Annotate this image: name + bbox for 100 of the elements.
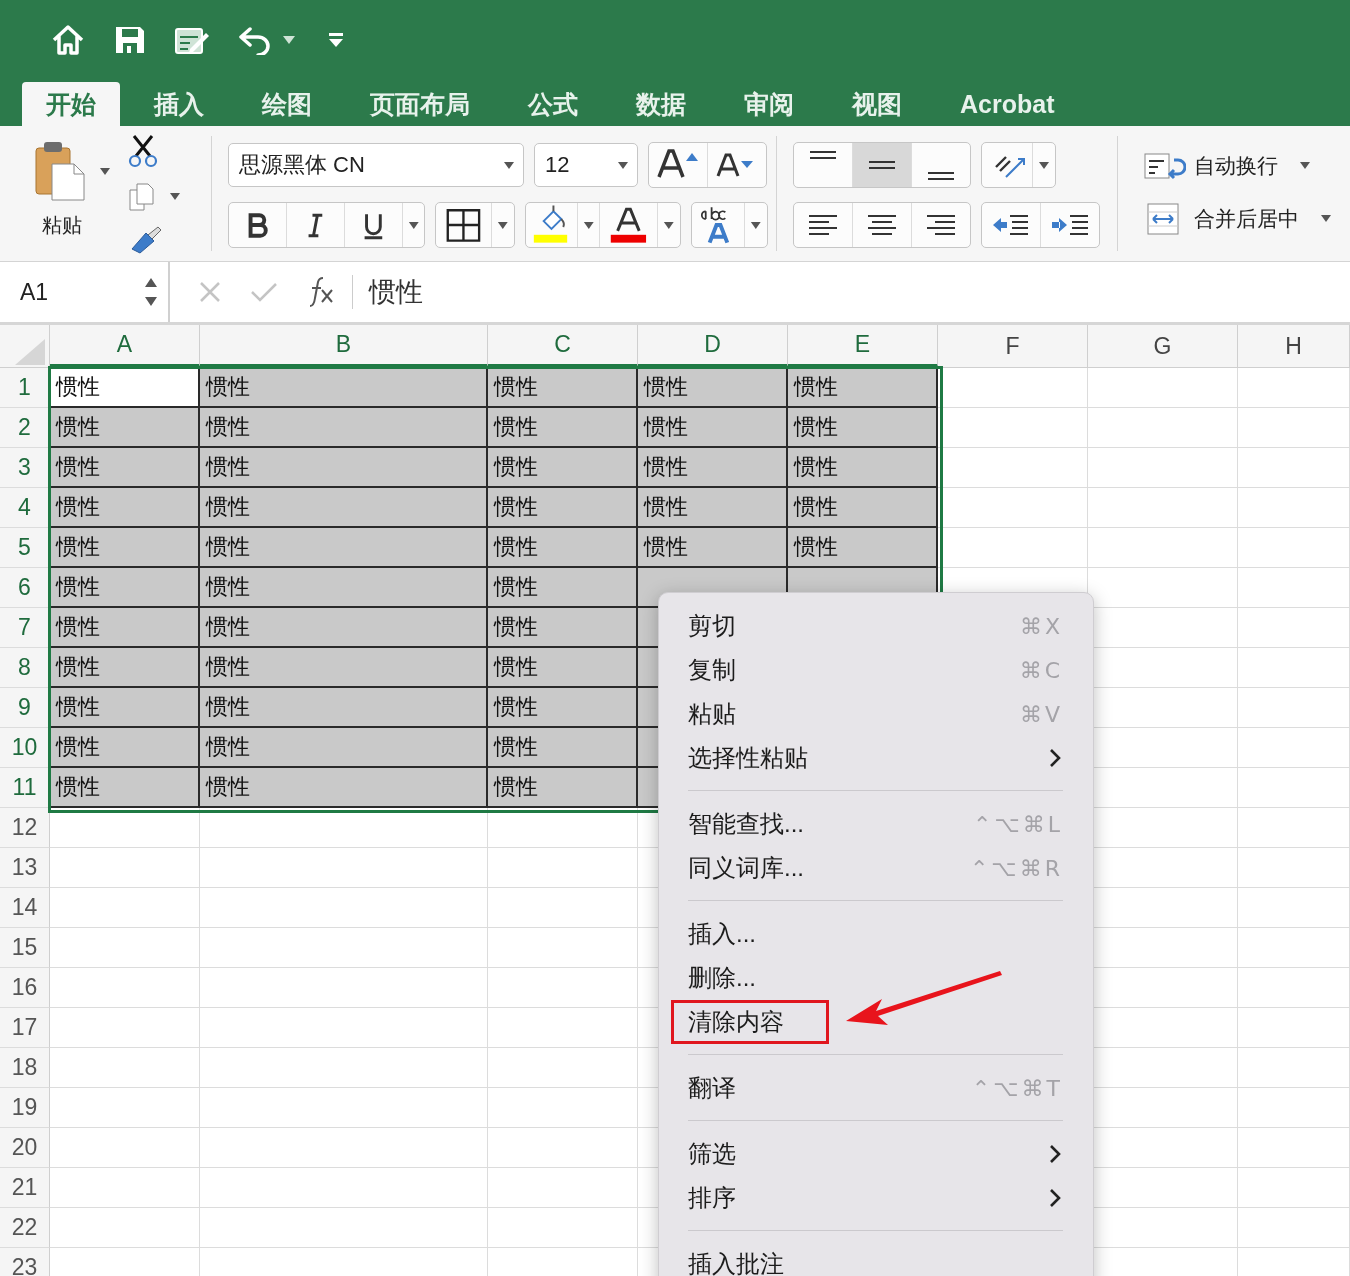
table-cell[interactable]: 惯性	[788, 408, 938, 448]
row-header[interactable]: 18	[0, 1048, 50, 1088]
ribbon-tab[interactable]: 开始	[22, 82, 120, 126]
ribbon-tab[interactable]: 公式	[504, 82, 602, 126]
row-header[interactable]: 5	[0, 528, 50, 568]
table-cell[interactable]: 惯性	[200, 368, 488, 408]
column-header[interactable]: H	[1238, 325, 1350, 367]
ribbon-tab[interactable]: 页面布局	[346, 82, 494, 126]
table-cell[interactable]: 惯性	[488, 688, 638, 728]
save-icon[interactable]	[114, 25, 146, 55]
table-cell[interactable]: 惯性	[638, 448, 788, 488]
undo-icon[interactable]	[238, 25, 272, 55]
table-cell[interactable]: 惯性	[638, 528, 788, 568]
row-header[interactable]: 1	[0, 368, 50, 408]
caret-icon[interactable]	[283, 36, 295, 44]
menu-item[interactable]: 翻译 ⌃⌥⌘T	[671, 1066, 1063, 1110]
table-cell[interactable]: 惯性	[638, 368, 788, 408]
table-cell[interactable]: 惯性	[488, 568, 638, 608]
table-cell[interactable]: 惯性	[638, 488, 788, 528]
column-header[interactable]: G	[1088, 325, 1238, 367]
row-header[interactable]: 9	[0, 688, 50, 728]
row-header[interactable]: 7	[0, 608, 50, 648]
row-header[interactable]: 8	[0, 648, 50, 688]
formula-field[interactable]: 惯性	[369, 274, 423, 310]
font-size-field[interactable]: 12	[534, 143, 638, 187]
table-cell[interactable]: 惯性	[488, 728, 638, 768]
table-cell[interactable]: 惯性	[488, 648, 638, 688]
scissors-icon[interactable]	[128, 134, 158, 168]
ribbon-tab[interactable]: Acrobat	[936, 82, 1079, 126]
wrap-text-button[interactable]: 自动换行	[1194, 151, 1278, 180]
row-header[interactable]: 20	[0, 1128, 50, 1168]
table-cell[interactable]: 惯性	[788, 448, 938, 488]
menu-item[interactable]: 清除内容	[671, 1000, 1063, 1044]
table-cell[interactable]: 惯性	[50, 608, 200, 648]
home-icon[interactable]	[52, 25, 84, 55]
table-cell[interactable]: 惯性	[50, 568, 200, 608]
row-header[interactable]: 13	[0, 848, 50, 888]
ribbon-tab[interactable]: 数据	[612, 82, 710, 126]
cancel-icon[interactable]	[198, 280, 222, 304]
copy-icon[interactable]	[128, 181, 156, 212]
caret-icon[interactable]	[618, 161, 628, 169]
row-header[interactable]: 6	[0, 568, 50, 608]
row-header[interactable]: 11	[0, 768, 50, 808]
menu-item[interactable]: 插入批注	[671, 1242, 1063, 1276]
caret-icon[interactable]	[170, 193, 180, 200]
table-cell[interactable]: 惯性	[50, 488, 200, 528]
menu-item[interactable]: 复制 ⌘C	[671, 648, 1063, 692]
table-cell[interactable]: 惯性	[788, 368, 938, 408]
menu-item[interactable]: 选择性粘贴	[671, 736, 1063, 780]
table-cell[interactable]: 惯性	[488, 488, 638, 528]
table-cell[interactable]: 惯性	[50, 768, 200, 808]
ribbon-tab[interactable]: 视图	[828, 82, 926, 126]
table-cell[interactable]: 惯性	[488, 608, 638, 648]
row-header[interactable]: 19	[0, 1088, 50, 1128]
row-header[interactable]: 16	[0, 968, 50, 1008]
table-cell[interactable]: 惯性	[488, 528, 638, 568]
customize-icon[interactable]	[328, 32, 344, 48]
table-cell[interactable]: 惯性	[488, 768, 638, 808]
menu-item[interactable]: 同义词库... ⌃⌥⌘R	[671, 846, 1063, 890]
table-cell[interactable]: 惯性	[50, 648, 200, 688]
table-cell[interactable]: 惯性	[200, 688, 488, 728]
menu-item[interactable]: 智能查找... ⌃⌥⌘L	[671, 802, 1063, 846]
table-cell[interactable]: 惯性	[200, 408, 488, 448]
table-cell[interactable]: 惯性	[200, 608, 488, 648]
caret-icon[interactable]	[1300, 162, 1310, 169]
table-cell[interactable]: 惯性	[788, 488, 938, 528]
row-header[interactable]: 12	[0, 808, 50, 848]
menu-item[interactable]: 插入...	[671, 912, 1063, 956]
column-header[interactable]: F	[938, 325, 1088, 367]
checkmark-icon[interactable]	[250, 280, 278, 304]
select-all-icon[interactable]	[15, 339, 45, 365]
caret-icon[interactable]	[504, 161, 514, 169]
menu-item[interactable]: 剪切 ⌘X	[671, 604, 1063, 648]
table-cell[interactable]: 惯性	[488, 408, 638, 448]
table-cell[interactable]: 惯性	[50, 688, 200, 728]
font-name-field[interactable]: 思源黑体 CN	[228, 143, 524, 187]
menu-item[interactable]: 删除...	[671, 956, 1063, 1000]
table-cell[interactable]: 惯性	[488, 448, 638, 488]
row-header[interactable]: 22	[0, 1208, 50, 1248]
paste-label[interactable]: 粘贴	[42, 212, 82, 239]
row-header[interactable]: 23	[0, 1248, 50, 1276]
ribbon-tab[interactable]: 插入	[130, 82, 228, 126]
ribbon-tab[interactable]: 绘图	[238, 82, 336, 126]
row-header[interactable]: 10	[0, 728, 50, 768]
table-cell[interactable]: 惯性	[200, 448, 488, 488]
table-cell[interactable]: 惯性	[200, 728, 488, 768]
row-header[interactable]: 21	[0, 1168, 50, 1208]
row-header[interactable]: 2	[0, 408, 50, 448]
table-cell[interactable]: 惯性	[788, 528, 938, 568]
table-cell[interactable]: 惯性	[200, 528, 488, 568]
row-header[interactable]: 17	[0, 1008, 50, 1048]
table-cell[interactable]: 惯性	[488, 368, 638, 408]
table-cell[interactable]: 惯性	[200, 648, 488, 688]
caret-icon[interactable]	[1321, 215, 1331, 222]
align-icon[interactable]	[853, 143, 912, 187]
table-cell[interactable]: 惯性	[50, 408, 200, 448]
menu-item[interactable]: 排序	[671, 1176, 1063, 1220]
table-cell[interactable]: 惯性	[638, 408, 788, 448]
row-header[interactable]: 4	[0, 488, 50, 528]
table-cell[interactable]: 惯性	[200, 768, 488, 808]
